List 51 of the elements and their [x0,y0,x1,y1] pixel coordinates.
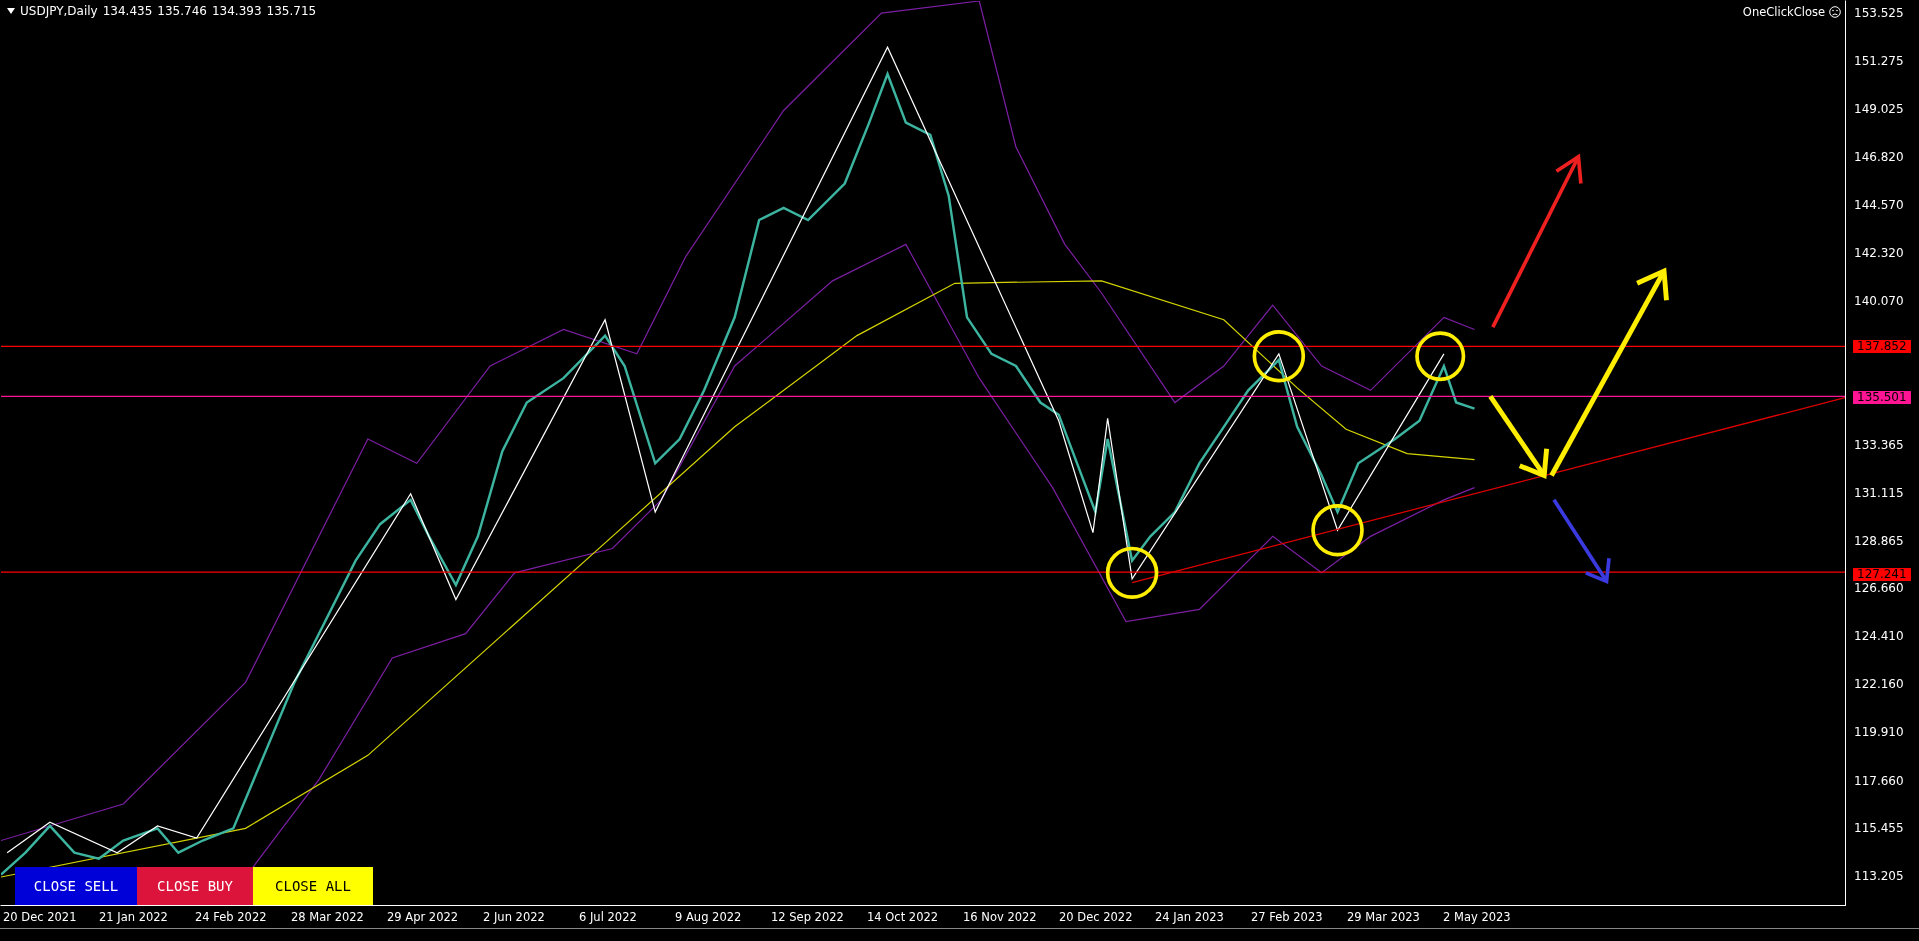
date-axis-label: 29 Apr 2022 [387,910,460,924]
highlight-circle [1311,504,1364,557]
price-axis-label: 144.570 [1854,198,1904,212]
price-value: 135.715 [266,4,317,18]
symbol-title: USDJPY,Daily [20,4,98,18]
price-axis-label: 128.865 [1854,534,1904,548]
date-axis-label: 24 Feb 2022 [195,910,268,924]
date-axis-label: 29 Mar 2023 [1347,910,1421,924]
dropdown-triangle-icon[interactable] [7,8,15,14]
price-axis-label: 124.410 [1854,630,1904,644]
price-axis-label: 142.320 [1854,246,1904,260]
date-axis-label: 24 Jan 2023 [1155,910,1225,924]
price-level-label: 135.501 [1853,390,1911,404]
date-axis-label: 2 May 2023 [1443,910,1512,924]
close-button[interactable]: CLOSE ALL [253,867,373,905]
price-axis-label: 122.160 [1854,678,1904,692]
highlight-circle [1252,330,1306,383]
sad-face-icon [1829,6,1841,18]
price-level-label: 127.241 [1853,567,1911,581]
price-axis-label: 153.525 [1854,7,1904,20]
price-axis-label: 117.660 [1854,774,1904,788]
price-axis-label: 149.025 [1854,103,1904,117]
date-axis-label: 14 Oct 2022 [867,910,940,924]
price-value: 134.435 [102,4,153,18]
price-axis-label: 151.275 [1854,55,1904,69]
date-axis-label: 12 Sep 2022 [771,910,845,924]
date-axis-label: 20 Dec 2021 [3,910,78,924]
price-axis-label: 119.910 [1854,726,1904,740]
date-axis-label: 16 Nov 2022 [963,910,1038,924]
price-axis-label: 146.820 [1854,150,1904,164]
date-axis-label: 21 Jan 2022 [99,910,169,924]
price-axis-label: 126.660 [1854,582,1904,595]
date-axis-label: 9 Aug 2022 [675,910,743,924]
date-axis-label: 2 Jun 2022 [483,910,546,924]
price-axis-label: 131.115 [1854,486,1904,500]
expert-name: OneClickClose [1742,5,1825,19]
highlight-circle [1105,546,1159,599]
date-axis-label: 20 Dec 2022 [1059,910,1134,924]
price-value: 134.393 [211,4,262,18]
date-axis-label: 28 Mar 2022 [291,910,365,924]
price-axis-label: 115.455 [1854,821,1904,835]
highlight-circle [1415,331,1466,382]
price-level-label: 137.852 [1853,340,1911,354]
close-button[interactable]: CLOSE SELL [15,867,137,905]
price-value: 135.746 [157,4,207,18]
date-axis-label: 27 Feb 2023 [1251,910,1324,924]
date-axis-label: 6 Jul 2022 [579,910,638,924]
close-button[interactable]: CLOSE BUY [137,867,253,905]
price-axis-label: 133.365 [1854,438,1904,452]
price-axis-label: 140.070 [1854,295,1904,308]
price-axis-label: 113.205 [1854,870,1904,883]
